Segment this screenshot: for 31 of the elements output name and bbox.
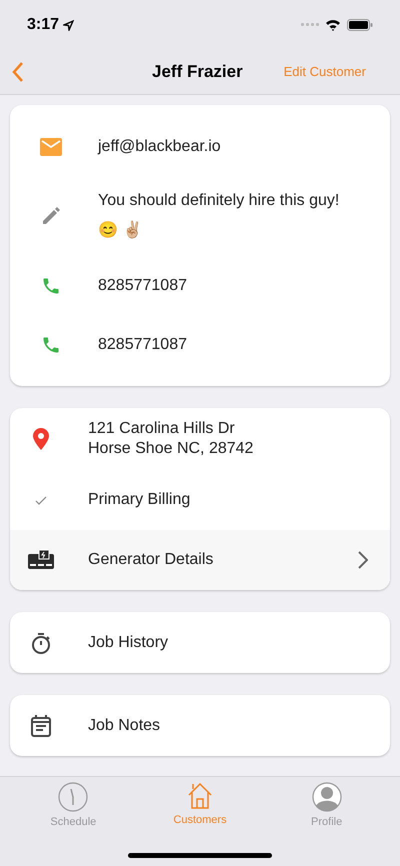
check-icon (35, 496, 47, 504)
row-label[interactable]: Generator Details (88, 550, 358, 570)
house-icon (186, 782, 213, 810)
location-arrow-icon (63, 20, 74, 30)
back-chevron-icon (12, 61, 24, 83)
pencil-icon (41, 206, 61, 226)
profile-icon (312, 782, 342, 812)
notes-icon (31, 714, 51, 736)
address-line: 121 Carolina Hills Dr (88, 419, 236, 439)
nav-title: Jeff Frazier (152, 61, 243, 84)
email-text[interactable]: jeff@blackbear.io (98, 132, 221, 162)
nav-row-button[interactable]: Job History (10, 612, 390, 673)
phone-number[interactable]: 8285771087 (98, 330, 187, 360)
clock-icon (58, 782, 88, 812)
signal-icon (301, 23, 319, 27)
generator-icon (28, 550, 54, 570)
address-line: Horse Shoe NC, 28742 (88, 439, 254, 459)
nav-row-button[interactable]: Job Notes (10, 695, 390, 756)
stopwatch-icon (30, 632, 52, 654)
chevron-right-icon (358, 551, 368, 569)
wifi-icon (325, 19, 341, 31)
phone-icon (41, 334, 61, 354)
billing-label: Primary Billing (88, 490, 192, 510)
phone-icon (41, 276, 61, 296)
mail-icon (40, 138, 62, 156)
phone-number[interactable]: 8285771087 (98, 270, 187, 300)
note-text: You should definitely hire this guy! 😊 ✌🏼 (98, 191, 340, 241)
battery-icon (347, 19, 373, 31)
generator-row[interactable]: Generator Details (10, 530, 390, 590)
status-time: 3:17 (27, 15, 60, 35)
map-pin-icon (33, 428, 49, 450)
